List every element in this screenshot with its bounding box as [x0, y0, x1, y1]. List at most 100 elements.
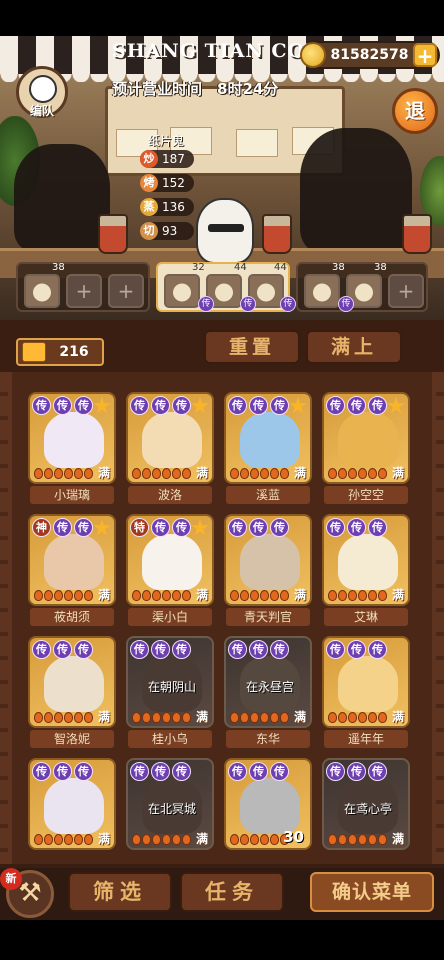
- max-level-label: 满: [391, 466, 404, 480]
- flame-icon: [260, 712, 269, 723]
- flame-icon: [132, 468, 141, 479]
- chef-card[interactable]: 特传传满渠小白: [126, 514, 214, 626]
- flame-pips: [132, 468, 191, 479]
- task-button[interactable]: 任务: [180, 872, 284, 912]
- chef-card[interactable]: 传传传在北冥城满: [126, 758, 214, 862]
- flame-icon: [74, 712, 83, 723]
- chef-card[interactable]: 传传传满智洛妮: [28, 636, 116, 748]
- rank-badge: 神: [32, 518, 51, 537]
- flame-pips: [132, 834, 191, 845]
- chef-card[interactable]: 传传传满青天判官: [224, 514, 312, 626]
- flame-icon: [280, 468, 289, 479]
- chef-card[interactable]: 传传传满孙空空: [322, 392, 410, 504]
- flame-pips: [34, 590, 93, 601]
- flame-icon: [74, 590, 83, 601]
- legend-badge: 传: [280, 296, 296, 312]
- flame-icon: [270, 590, 279, 601]
- exit-button[interactable]: 退: [392, 88, 438, 134]
- chef-portrait-frame: 传传传满: [224, 392, 312, 484]
- filter-button[interactable]: 筛选: [68, 872, 172, 912]
- flame-icon: [328, 468, 337, 479]
- chef-card[interactable]: 传传传在鸢心亭满: [322, 758, 410, 862]
- chef-card[interactable]: 传传传在永昼宫满东华: [224, 636, 312, 748]
- flame-icon: [230, 834, 239, 845]
- shop-sign: SHANG TIAN COF: [112, 40, 320, 62]
- fill-button[interactable]: 满上: [306, 330, 402, 364]
- chef-card[interactable]: 传传传满艾琳: [322, 514, 410, 626]
- flame-icon: [240, 468, 249, 479]
- flame-icon: [328, 834, 337, 845]
- empty-dish-slot[interactable]: +: [108, 274, 144, 308]
- chef-portrait-frame: 传传传在北冥城满: [126, 758, 214, 850]
- chef-portrait-frame: 传传传满: [322, 392, 410, 484]
- reset-button[interactable]: 重置: [204, 330, 300, 364]
- rank-badge: 传: [368, 640, 387, 659]
- flame-icon: [162, 468, 171, 479]
- chef-portrait: [338, 534, 398, 590]
- rank-badge: 传: [270, 640, 289, 659]
- empty-dish-slot[interactable]: +: [388, 274, 424, 308]
- chef-card[interactable]: 传传传满波洛: [126, 392, 214, 504]
- rank-badge: 传: [249, 640, 268, 659]
- flame-icon: [348, 712, 357, 723]
- stat-stir-fry: 炒 187: [140, 150, 194, 168]
- rank-badge: 传: [270, 762, 289, 781]
- chef-character[interactable]: [196, 198, 254, 264]
- chef-card[interactable]: 传传传 30: [224, 758, 312, 862]
- flame-icon: [34, 468, 43, 479]
- rank-badge: 传: [53, 640, 72, 659]
- rank-badges: 传传传: [130, 396, 191, 415]
- coffee-pot-icon: [262, 214, 292, 254]
- legend-badge: 传: [338, 296, 354, 312]
- nav-bar-area: [0, 920, 444, 960]
- chef-portrait: [240, 778, 300, 834]
- chef-card[interactable]: 传传传满小瑞璃: [28, 392, 116, 504]
- rank-badge: 传: [53, 762, 72, 781]
- max-level-label: 满: [97, 710, 110, 724]
- chef-card[interactable]: 神传传满莜胡须: [28, 514, 116, 626]
- flame-icon: [378, 468, 387, 479]
- rank-badges: 传传传: [130, 640, 191, 659]
- rank-badges: 传传传: [228, 640, 289, 659]
- stat-cut: 切 93: [140, 222, 194, 240]
- flame-icon: [260, 468, 269, 479]
- star-icon: [289, 397, 307, 414]
- chef-name: 纸片鬼: [148, 134, 185, 148]
- chef-card[interactable]: 传传传满遥年年: [322, 636, 410, 748]
- rank-badge: 传: [172, 762, 191, 781]
- flame-icon: [250, 712, 259, 723]
- dish-slot[interactable]: [304, 274, 340, 308]
- add-coins-button[interactable]: +: [413, 43, 437, 67]
- max-level-label: 满: [293, 588, 306, 602]
- stat-roast: 烤 152: [140, 174, 194, 192]
- chef-portrait-frame: 传传传在鸢心亭满: [322, 758, 410, 850]
- chef-location: 在鸢心亭: [343, 802, 392, 816]
- chef-name-label: 桂小乌: [128, 730, 212, 748]
- chef-portrait-frame: 传传传在永昼宫满: [224, 636, 312, 728]
- max-level-label: 满: [97, 588, 110, 602]
- flame-icon: [64, 834, 73, 845]
- empty-dish-slot[interactable]: +: [66, 274, 102, 308]
- rank-badge: 传: [228, 640, 247, 659]
- star-icon: [93, 519, 111, 536]
- rank-badge: 传: [347, 518, 366, 537]
- rank-badges: 传传传: [228, 396, 289, 415]
- flame-icon: [182, 834, 191, 845]
- flame-icon: [368, 834, 377, 845]
- flame-icon: [378, 590, 387, 601]
- chef-card[interactable]: 传传传满溪蓝: [224, 392, 312, 504]
- stat-value: 187: [162, 152, 185, 166]
- chef-name-label: 孙空空: [324, 486, 408, 504]
- flame-pips: [34, 468, 93, 479]
- confirm-menu-button[interactable]: 确认菜单: [310, 872, 434, 912]
- chef-card[interactable]: 传传传满: [28, 758, 116, 862]
- flame-icon: [250, 590, 259, 601]
- chef-portrait: [142, 534, 202, 590]
- dish-slot[interactable]: [24, 274, 60, 308]
- chef-card[interactable]: 传传传在朝阴山满桂小乌: [126, 636, 214, 748]
- team-button[interactable]: 编队: [16, 66, 68, 118]
- stat-tag: 炒: [140, 150, 158, 168]
- dish-slot[interactable]: [164, 274, 200, 308]
- dish-slot-group-selected: 32 44 44 传 传 传: [156, 262, 296, 312]
- flame-icon: [270, 834, 279, 845]
